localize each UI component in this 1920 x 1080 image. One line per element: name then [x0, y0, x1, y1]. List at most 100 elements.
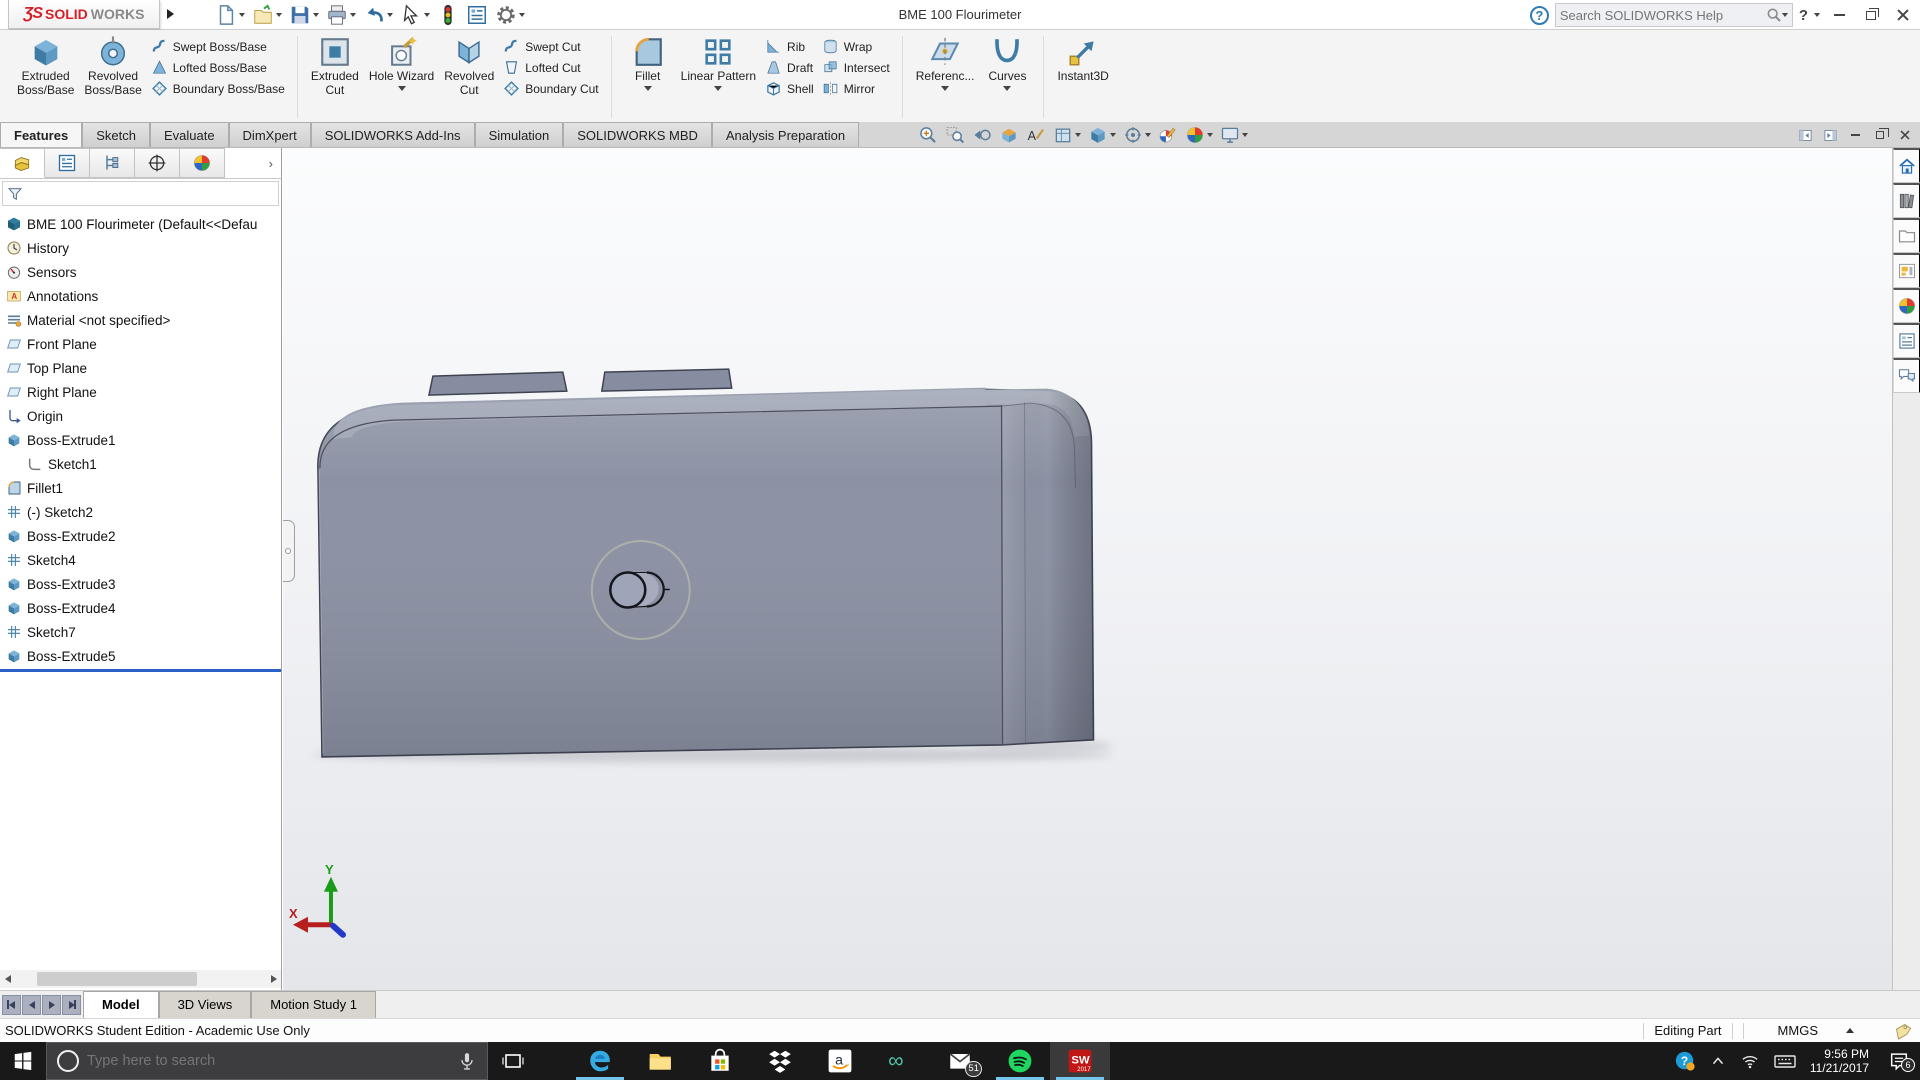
dropdown-caret-icon[interactable]: [941, 86, 949, 91]
dropdown-caret-icon[interactable]: [1145, 133, 1151, 137]
tree-item[interactable]: Sketch1: [0, 452, 281, 476]
pane-right-icon[interactable]: [1821, 126, 1839, 144]
panel-tab-overflow-button[interactable]: ›: [225, 148, 281, 178]
scrollbar-thumb[interactable]: [37, 972, 197, 986]
tree-item[interactable]: Front Plane: [0, 332, 281, 356]
view-tool-button-zoom-to-fit[interactable]: [916, 124, 940, 146]
command-tab[interactable]: Features: [0, 122, 82, 147]
tree-item[interactable]: History: [0, 236, 281, 260]
view-tool-button-zoom-to-area[interactable]: [943, 124, 967, 146]
ribbon-big-button[interactable]: Linear Pattern: [676, 32, 761, 92]
command-tab[interactable]: Analysis Preparation: [712, 122, 859, 147]
dropdown-caret-icon[interactable]: [714, 86, 722, 91]
qat-button-new-document[interactable]: [212, 2, 248, 28]
taskbar-app-solidworks[interactable]: [1050, 1042, 1110, 1080]
panel-tab-dimxpert-manager[interactable]: [135, 148, 180, 178]
rollback-bar[interactable]: [0, 669, 281, 672]
next-tab-button[interactable]: [42, 995, 61, 1015]
qat-button-file-properties[interactable]: [463, 2, 491, 28]
help-search-input[interactable]: [1560, 8, 1766, 23]
ribbon-big-button[interactable]: Curves: [979, 32, 1035, 92]
qat-button-open[interactable]: [249, 2, 285, 28]
task-pane-tab-view-palette[interactable]: [1893, 253, 1920, 288]
touch-keyboard-icon[interactable]: [1773, 1049, 1797, 1073]
panel-tab-featuremanager-tree[interactable]: [0, 148, 45, 178]
dropdown-caret-icon[interactable]: [519, 13, 525, 17]
ribbon-big-button[interactable]: ExtrudedBoss/Base: [12, 32, 79, 98]
action-center-button[interactable]: 6: [1888, 1050, 1910, 1072]
tree-item[interactable]: Boss-Extrude5: [0, 644, 281, 668]
doc-restore-button[interactable]: [1871, 126, 1889, 144]
microphone-icon[interactable]: [457, 1051, 477, 1071]
dropdown-caret-icon[interactable]: [1075, 133, 1081, 137]
task-pane-tab-design-library[interactable]: [1893, 183, 1920, 218]
view-tool-button-edit-appearance[interactable]: [1156, 124, 1180, 146]
doc-close-button[interactable]: [1896, 126, 1914, 144]
dropdown-caret-icon[interactable]: [387, 13, 393, 17]
tree-item[interactable]: Sensors: [0, 260, 281, 284]
task-pane-tab-solidworks-forum[interactable]: [1893, 358, 1920, 393]
taskbar-app-infinity-app[interactable]: [870, 1042, 930, 1080]
ribbon-big-button[interactable]: Referenc...: [911, 32, 980, 92]
ribbon-big-button[interactable]: ExtrudedCut: [306, 32, 364, 98]
tree-item[interactable]: Boss-Extrude2: [0, 524, 281, 548]
panel-tab-property-manager[interactable]: [45, 148, 90, 178]
taskbar-app-amazon[interactable]: [810, 1042, 870, 1080]
ribbon-big-button[interactable]: Hole Wizard: [364, 32, 439, 98]
panel-collapse-handle[interactable]: [283, 520, 295, 582]
ribbon-small-button[interactable]: Lofted Cut: [499, 57, 602, 78]
taskbar-app-spotify[interactable]: [990, 1042, 1050, 1080]
view-tool-button-view-settings[interactable]: [1218, 124, 1250, 146]
menu-flyout-button[interactable]: [163, 4, 177, 24]
tree-item[interactable]: Right Plane: [0, 380, 281, 404]
command-tab[interactable]: Simulation: [475, 122, 564, 147]
dropdown-caret-icon[interactable]: [1003, 86, 1011, 91]
taskbar-app-file-explorer[interactable]: [630, 1042, 690, 1080]
graphics-viewport[interactable]: Y X: [283, 148, 1892, 990]
task-pane-tab-appearances-scenes[interactable]: [1893, 288, 1920, 323]
window-close-button[interactable]: [1890, 3, 1916, 27]
ribbon-small-button[interactable]: Intersect: [818, 57, 894, 78]
tree-item[interactable]: Boss-Extrude1: [0, 428, 281, 452]
tree-item[interactable]: Origin: [0, 404, 281, 428]
ribbon-small-button[interactable]: Draft: [761, 57, 818, 78]
qat-button-options[interactable]: [492, 2, 528, 28]
qat-button-rebuild[interactable]: [434, 2, 462, 28]
ribbon-small-button[interactable]: Swept Boss/Base: [147, 36, 289, 57]
ribbon-small-button[interactable]: Lofted Boss/Base: [147, 57, 289, 78]
model-top-tab[interactable]: [602, 369, 732, 391]
units-label[interactable]: MMGS: [1778, 1023, 1818, 1038]
tree-item[interactable]: Boss-Extrude4: [0, 596, 281, 620]
ribbon-small-button[interactable]: Rib: [761, 36, 818, 57]
dropdown-caret-icon[interactable]: [424, 13, 430, 17]
ribbon-small-button[interactable]: Wrap: [818, 36, 894, 57]
task-pane-tab-solidworks-resources[interactable]: [1893, 148, 1920, 183]
tree-item[interactable]: Sketch4: [0, 548, 281, 572]
dropdown-caret-icon[interactable]: [1242, 133, 1248, 137]
tray-help-icon[interactable]: [1674, 1050, 1696, 1072]
dropdown-caret-icon[interactable]: [276, 13, 282, 17]
taskbar-app-microsoft-store[interactable]: [690, 1042, 750, 1080]
taskbar-app-mail[interactable]: 51: [930, 1042, 990, 1080]
dropdown-caret-icon[interactable]: [313, 13, 319, 17]
network-wifi-icon[interactable]: [1740, 1051, 1760, 1071]
ribbon-small-button[interactable]: Mirror: [818, 78, 894, 99]
part-model[interactable]: Y X: [283, 148, 1892, 990]
view-tool-button-display-style[interactable]: [1086, 124, 1118, 146]
tree-filter-box[interactable]: [2, 181, 279, 206]
scroll-right-button[interactable]: [266, 970, 281, 988]
panel-horizontal-scrollbar[interactable]: [0, 970, 281, 988]
taskbar-app-edge[interactable]: [570, 1042, 630, 1080]
dropdown-caret-icon[interactable]: [398, 86, 406, 91]
pane-left-icon[interactable]: [1796, 126, 1814, 144]
cortana-icon[interactable]: [57, 1050, 79, 1072]
dropdown-caret-icon[interactable]: [644, 86, 652, 91]
view-tool-button-annotation-views[interactable]: [1024, 124, 1048, 146]
tree-item[interactable]: Annotations: [0, 284, 281, 308]
view-tool-button-hide-show-items[interactable]: [1121, 124, 1153, 146]
command-tab[interactable]: SOLIDWORKS MBD: [563, 122, 712, 147]
hidden-icons-chevron[interactable]: [1709, 1052, 1727, 1070]
ribbon-big-button[interactable]: RevolvedBoss/Base: [79, 32, 146, 98]
status-tag-icon[interactable]: [1894, 1022, 1912, 1040]
qat-button-save[interactable]: [286, 2, 322, 28]
